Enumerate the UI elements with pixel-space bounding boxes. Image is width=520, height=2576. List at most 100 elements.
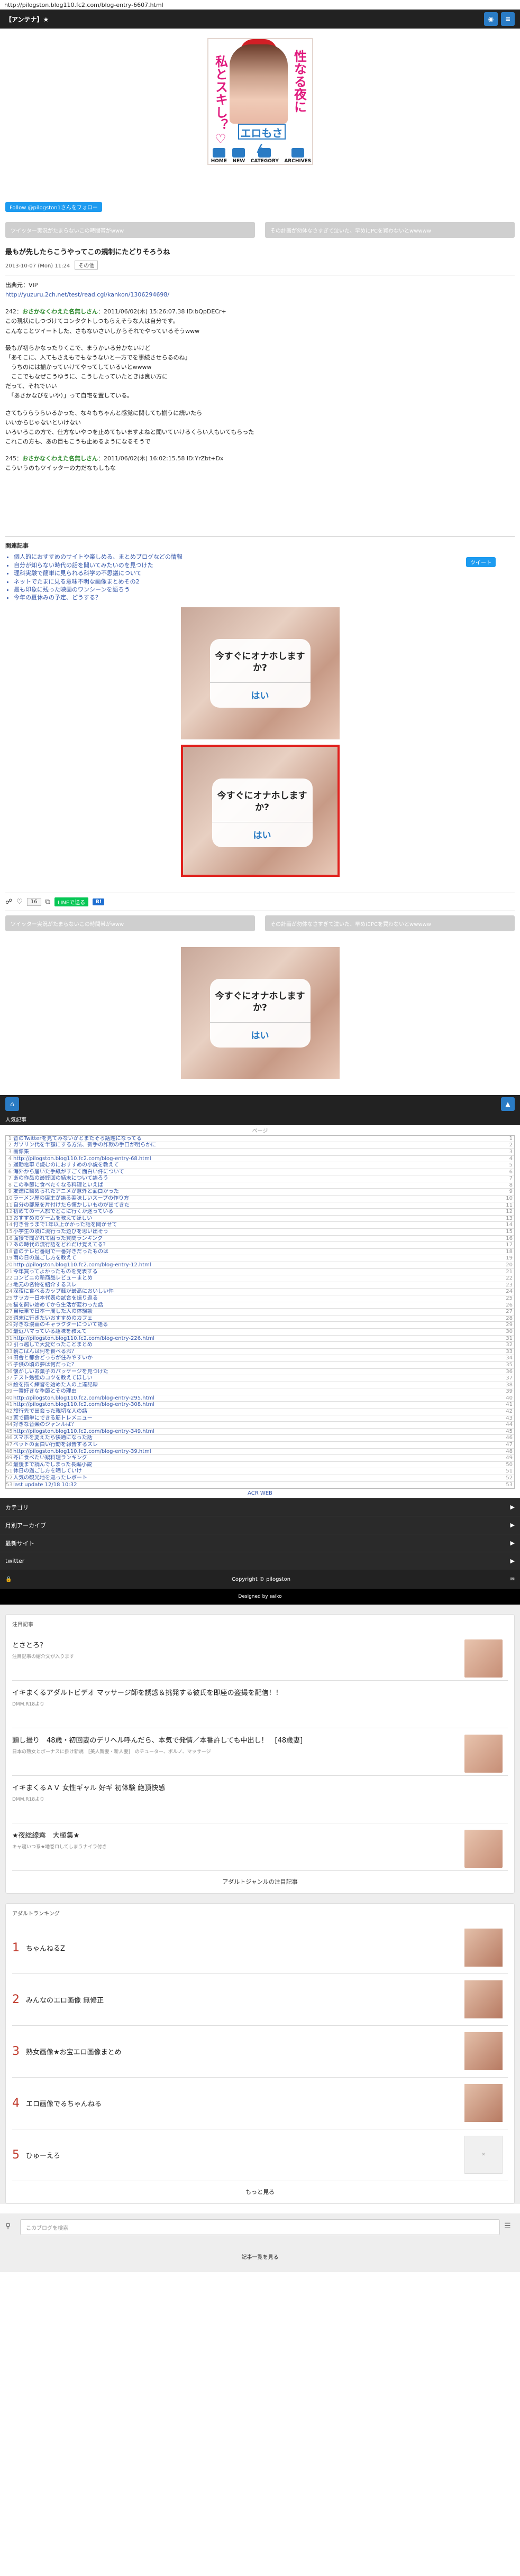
list-item[interactable]: イキまくるアダルトビデオ マッサージ師を誘惑＆挑発する彼氏を即座の盗撮を配信！！… [12,1681,508,1729]
row-title[interactable]: 面接で聞かれて困った質問ランキング [13,1236,504,1242]
row-title[interactable]: 通勤電車で読むのにおすすめの小説を教えて [13,1162,504,1169]
ad-yes-button[interactable]: はい [212,821,313,841]
hatena-bookmark-button[interactable]: B! [93,898,105,905]
menu-icon[interactable]: ≡ [501,12,515,26]
table-row[interactable]: 15 小学生の頃に流行った遊びを思い出そう 15 [6,1229,514,1236]
row-title[interactable]: あの作品の最終回の結末について語ろう [13,1175,504,1182]
article-list-link[interactable]: 記事一覧を見る [0,2241,520,2273]
table-row[interactable]: 26 猫を飼い始めてから生活が変わった話 26 [6,1302,514,1309]
row-title[interactable]: 雨の日の過ごし方を教えて [13,1255,504,1262]
menu-twitter[interactable]: twitter ▶ [0,1552,520,1570]
menu-latest[interactable]: 最新サイト ▶ [0,1534,520,1552]
widget-footer-link[interactable]: アダルトジャンルの注目記事 [12,1871,508,1888]
related-item[interactable]: 理科実験で簡単に見られる科学の不思議について [14,569,515,577]
ad-banner[interactable]: 今すぐにオナホしますか? はい [180,947,340,1079]
row-title[interactable]: 猫を飼い始めてから生活が変わった話 [13,1302,504,1309]
nav-category[interactable]: CATEGORY [251,148,279,164]
table-row[interactable]: 47 ペットの面白い行動を報告するスレ 47 [6,1442,514,1449]
bookmark-icon[interactable]: ♡ [16,898,23,906]
row-title[interactable]: 画像集 [13,1149,504,1155]
table-row[interactable]: 42 旅行先で出会った親切な人の話 42 [6,1409,514,1415]
row-title[interactable]: 田舎と都会どっちが住みやすいか [13,1355,504,1361]
rss-icon[interactable]: ◉ [484,12,498,26]
search-input[interactable]: このブログを検索 [20,2219,500,2236]
row-title[interactable]: http://pilogston.blog110.fc2.com/blog-en… [13,1429,504,1435]
article-category[interactable]: その他 [75,261,98,270]
row-title[interactable]: 地元の名物を紹介するスレ [13,1282,504,1289]
table-row[interactable]: 36 懐かしいお菓子のパッケージを見つけた 36 [6,1369,514,1376]
prev-article-button[interactable]: ツイッター実況がたまらないこの時間帯がwww [5,915,255,931]
table-row[interactable]: 41 http://pilogston.blog110.fc2.com/blog-… [6,1402,514,1409]
table-row[interactable]: 34 田舎と都会どっちが住みやすいか 34 [6,1355,514,1362]
row-title[interactable]: 朝ごはんは何を食べる派？ [13,1349,504,1355]
row-title[interactable]: 一番好きな季節とその理由 [13,1388,504,1395]
row-title[interactable]: 初めての一人旅でどこに行くか迷っている [13,1209,504,1215]
row-title[interactable]: http://pilogston.blog110.fc2.com/blog-en… [13,1336,504,1342]
table-row[interactable]: 14 付き合うまで1年以上かかった話を聞かせて 14 [6,1222,514,1229]
table-row[interactable]: 29 好きな漫画のキャラクターについて語る 29 [6,1322,514,1329]
row-title[interactable]: ガソリン代を半額にする方法、新手の詐欺の手口が明らかに [13,1142,504,1148]
ranking-pages[interactable]: ページ [0,1125,520,1135]
nav-new[interactable]: NEW [232,148,245,164]
ad-yes-button[interactable]: はい [209,682,311,701]
row-title[interactable]: 付き合うまで1年以上かかった話を聞かせて [13,1222,504,1228]
table-row[interactable]: 32 引っ越しで大変だったことまとめ 32 [6,1342,514,1349]
table-row[interactable]: 16 面接で聞かれて困った質問ランキング 16 [6,1236,514,1243]
row-title[interactable]: 休日の過ごし方を晒していけ [13,1468,504,1475]
row-title[interactable]: 昔のTwitterを見てみないかとまたそろ話題になってる [13,1136,504,1142]
table-row[interactable]: 8 この季節に食べたくなる料理といえば 8 [6,1182,514,1189]
row-title[interactable]: この季節に食べたくなる料理といえば [13,1182,504,1189]
table-row[interactable]: 39 一番好きな季節とその理由 39 [6,1388,514,1395]
row-title[interactable]: コンビニの新商品レビューまとめ [13,1275,504,1282]
row-title[interactable]: http://pilogston.blog110.fc2.com/blog-en… [13,1262,504,1268]
table-row[interactable]: 37 テスト勉強のコツを教えてほしい 37 [6,1375,514,1382]
table-row[interactable]: 4 http://pilogston.blog110.fc2.com/blog-e… [6,1156,514,1163]
table-row[interactable]: 25 サッカー日本代表の試合を振り返る 25 [6,1295,514,1302]
table-row[interactable]: 24 深夜に食べるカップ麺が最高においしい件 24 [6,1289,514,1295]
row-title[interactable]: 好きな音楽のジャンルは？ [13,1422,504,1428]
related-item[interactable]: 自分が知らない時代の話を聞いてみたいのを見つけた [14,561,515,569]
table-row[interactable]: 49 冬に食べたい鍋料理ランキング 49 [6,1455,514,1462]
table-row[interactable]: 40 http://pilogston.blog110.fc2.com/blog-… [6,1395,514,1402]
nav-archives[interactable]: ARCHIVES [284,148,311,164]
row-title[interactable]: おすすめのゲームを教えてほしい [13,1216,504,1222]
row-title[interactable]: 冬に食べたい鍋料理ランキング [13,1455,504,1461]
table-row[interactable]: 5 通勤電車で読むのにおすすめの小説を教えて 5 [6,1162,514,1169]
menu-icon[interactable]: ☰ [504,2222,515,2232]
row-title[interactable]: あの時代の流行語をどれだけ覚えてる？ [13,1242,504,1248]
table-row[interactable]: 20 http://pilogston.blog110.fc2.com/blog-… [6,1262,514,1269]
list-item[interactable]: 4 エロ画像でるちゃんねる [12,2078,508,2130]
list-item[interactable]: 1 ちゃんねるZ [12,1922,508,1975]
row-title[interactable]: 子供の頃の夢は何だった？ [13,1362,504,1368]
table-row[interactable]: 23 地元の名物を紹介するスレ 23 [6,1282,514,1289]
list-item[interactable]: とさとろ？ 注目記事の紹介文が入ります [12,1633,508,1681]
table-row[interactable]: 51 休日の過ごし方を晒していけ 51 [6,1468,514,1476]
list-item[interactable]: 2 みんなのエロ画像 無修正 [12,1974,508,2026]
row-title[interactable]: http://pilogston.blog110.fc2.com/blog-en… [13,1156,504,1162]
row-title[interactable]: 家で簡単にできる筋トレメニュー [13,1415,504,1422]
row-title[interactable]: 週末に行きたいおすすめのカフェ [13,1315,504,1322]
table-row[interactable]: 2 ガソリン代を半額にする方法、新手の詐欺の手口が明らかに 2 [6,1142,514,1149]
ad-yes-button[interactable]: はい [209,1022,311,1041]
lock-icon[interactable]: 🔒 [5,1577,12,1582]
ad-banner[interactable]: 今すぐにオナホしますか? はい [180,607,340,739]
table-row[interactable]: 33 朝ごはんは何を食べる派？ 33 [6,1349,514,1356]
list-item[interactable]: 頭し撮り 48歳・初回妻のデリヘル呼んだら、本気で発情／本番許しても中出し！ [… [12,1728,508,1776]
source-link[interactable]: http://yuzuru.2ch.net/test/read.cgi/kank… [5,291,169,298]
table-row[interactable]: 27 自転車で日本一周した人の体験談 27 [6,1309,514,1315]
table-row[interactable]: 52 人気の観光地を巡ったレポート 52 [6,1475,514,1482]
row-title[interactable]: スマホを変えたら快適になった話 [13,1435,504,1441]
row-title[interactable]: 友達に勧められたアニメが意外と面白かった [13,1189,504,1195]
row-title[interactable]: 最後まで読んでしまった長編小説 [13,1462,504,1468]
table-row[interactable]: 48 http://pilogston.blog110.fc2.com/blog-… [6,1449,514,1456]
table-row[interactable]: 31 http://pilogston.blog110.fc2.com/blog-… [6,1336,514,1342]
row-title[interactable]: 自分の部屋を片付けたら懐かしいものが出てきた [13,1202,504,1209]
widget-footer-link[interactable]: もっと見る [12,2181,508,2198]
twitter-follow-button[interactable]: Follow @pilogston1さんをフォロー [5,202,102,212]
row-title[interactable]: 海外から届いた手紙がすごく面白い件について [13,1169,504,1175]
row-title[interactable]: テスト勉強のコツを教えてほしい [13,1375,504,1382]
next-article-button[interactable]: その計画が勿体なさすぎて泣いた、早めにPCを買わないとwwwww [265,222,515,238]
row-title[interactable]: 今年買ってよかったものを発表する [13,1269,504,1275]
acr-link[interactable]: ACR WEB [0,1489,520,1498]
row-title[interactable]: 旅行先で出会った親切な人の話 [13,1409,504,1415]
